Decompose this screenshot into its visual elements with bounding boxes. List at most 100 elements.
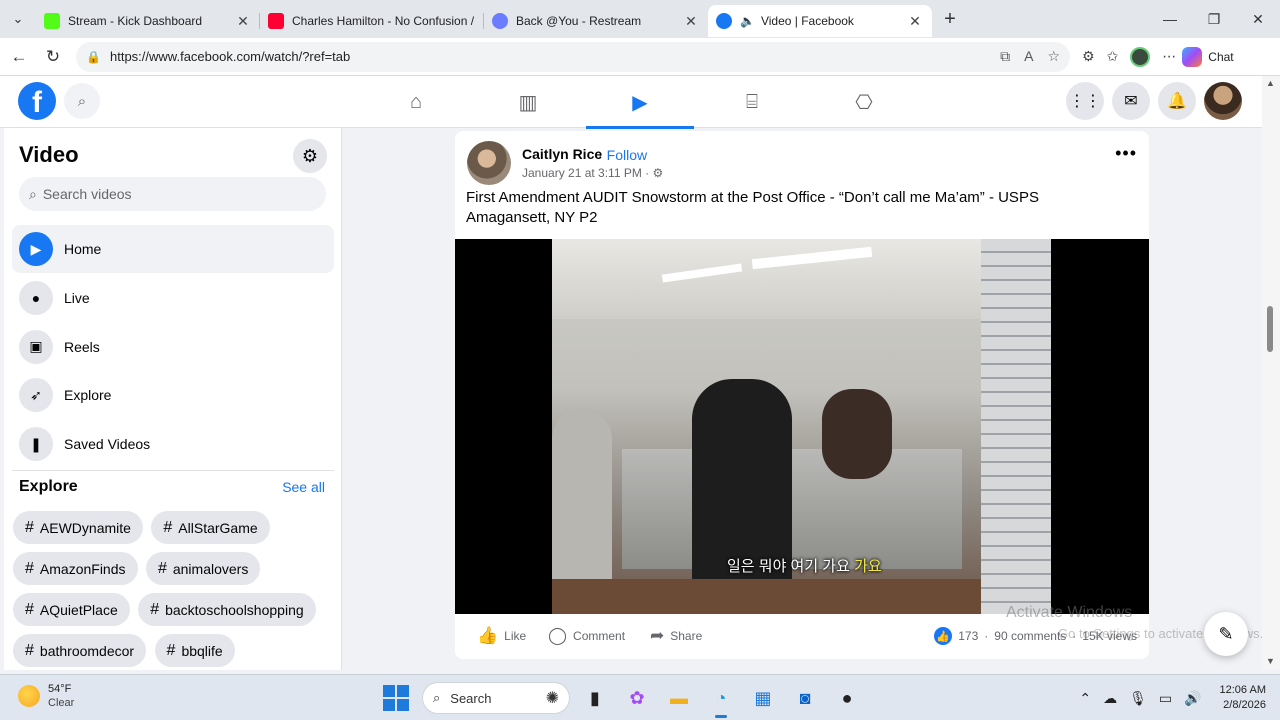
more-options-icon[interactable]: ••• [1115, 143, 1137, 164]
tab-title: Charles Hamilton - No Confusion / [292, 14, 475, 28]
clock[interactable]: 12:06 AM 2/8/2026 [1220, 683, 1266, 713]
main-nav: ⌂ ▥ ▶ ⌸ ⎔ [360, 76, 920, 129]
bookmark-icon: ❚ [19, 427, 53, 462]
browser-tab-facebook[interactable]: 🔈 Video | Facebook ✕ [708, 5, 932, 37]
comment-button[interactable]: ◯ Comment [548, 621, 625, 651]
close-tab-icon[interactable]: ✕ [906, 13, 924, 30]
page-scrollbar[interactable]: ▲ ▼ [1262, 76, 1280, 670]
like-button[interactable]: 👍 Like [477, 621, 526, 651]
scroll-down-arrow-icon[interactable]: ▼ [1266, 656, 1275, 666]
new-message-compose-icon[interactable]: ✎ [1204, 612, 1248, 656]
share-button[interactable]: ➦ Share [650, 621, 702, 651]
favorites-icon[interactable]: ✩ [1107, 48, 1119, 65]
author-avatar[interactable] [467, 141, 511, 185]
follow-button[interactable]: · Follow [598, 147, 647, 163]
favorite-star-icon[interactable]: ☆ [1047, 48, 1060, 65]
onedrive-cloud-icon[interactable]: ☁ [1103, 690, 1117, 707]
volume-speaker-icon[interactable]: 🔊 [1184, 690, 1201, 707]
profile-avatar[interactable] [1204, 82, 1242, 120]
copilot-app-icon[interactable]: ✿ [620, 681, 654, 715]
hashtag-chip[interactable]: # AmazonFinds [13, 552, 138, 585]
hashtag-chip[interactable]: # bathroomdecor [13, 634, 147, 667]
hashtag-chip[interactable]: # animalovers [145, 552, 261, 585]
facebook-logo-icon[interactable]: f [18, 82, 56, 120]
post-date[interactable]: January 21 at 3:11 PM · ⚙ [522, 166, 663, 180]
hashtag-chip[interactable]: # AQuietPlace [13, 593, 130, 626]
marketplace-nav-icon[interactable]: ⌸ [696, 76, 808, 128]
share-arrow-icon: ➦ [650, 626, 665, 645]
sidebar-item-home[interactable]: ▶ Home [12, 225, 334, 273]
see-all-link[interactable]: See all [282, 479, 325, 495]
video-nav-icon[interactable]: ▶ [584, 76, 696, 129]
hashtag-label: AQuietPlace [39, 601, 118, 618]
reaction-count[interactable]: 173 [958, 629, 978, 643]
restore-icon[interactable]: ❐ [1192, 0, 1236, 38]
new-tab-plus-icon[interactable]: + [932, 8, 968, 31]
search-highlight-icon: ✺ [545, 690, 559, 707]
copilot-chat-button[interactable]: Chat [1182, 46, 1234, 67]
sidebar-title: Video [19, 142, 79, 167]
search-videos-input[interactable]: ⌕ Search videos [19, 177, 326, 211]
home-nav-icon[interactable]: ⌂ [360, 76, 472, 128]
video-player[interactable]: 일은 뭐야 여기 가요 가요 [455, 239, 1149, 614]
search-icon[interactable]: ⌕ [64, 83, 100, 119]
read-aloud-icon[interactable]: A [1024, 48, 1033, 65]
microsoft-store-icon[interactable]: ▦ [746, 681, 780, 715]
minimize-icon[interactable]: — [1148, 0, 1192, 38]
gaming-nav-icon[interactable]: ⎔ [808, 76, 920, 128]
site-info-lock-icon[interactable]: 🔒 [86, 50, 104, 64]
sidebar-item-live[interactable]: ● Live [12, 274, 334, 322]
comment-count[interactable]: 90 comments [994, 629, 1066, 643]
file-explorer-icon[interactable]: ▬ [662, 681, 696, 715]
scene-ceiling [552, 239, 1051, 319]
messenger-icon[interactable]: ✉ [1112, 82, 1150, 120]
weather-widget[interactable]: 54°F Clear [18, 682, 74, 710]
reload-icon[interactable]: ↻ [36, 40, 70, 74]
edge-browser-icon[interactable]: ◔ [704, 681, 738, 718]
network-monitor-icon[interactable]: ▭ [1159, 690, 1172, 707]
microphone-icon[interactable]: 🎙 [1129, 690, 1147, 707]
tray-chevron-up-icon[interactable]: ⌃ [1079, 690, 1091, 707]
browser-toolbar: ← ↻ 🔒 https://www.facebook.com/watch/?re… [0, 38, 1280, 76]
copilot-icon [1182, 46, 1203, 67]
taskbar-search[interactable]: ⌕ Search ✺ [422, 682, 570, 714]
outlook-icon[interactable]: ◙ [788, 681, 822, 715]
task-view-icon[interactable]: ▮ [578, 681, 612, 715]
video-settings-gear-icon[interactable]: ⚙ [293, 139, 327, 173]
open-in-app-icon[interactable]: ⧉ [1000, 48, 1010, 65]
hashtag-chip[interactable]: # AllStarGame [151, 511, 270, 544]
start-windows-icon[interactable] [383, 685, 409, 711]
sidebar-item-explore[interactable]: ➶ Explore [12, 371, 334, 419]
browser-tab-kick[interactable]: Stream - Kick Dashboard ✕ [36, 5, 260, 37]
hashtag-chip[interactable]: # backtoschoolshopping [138, 593, 316, 626]
like-reaction-icon: 👍 [934, 627, 953, 645]
browser-tab-youtube[interactable]: Charles Hamilton - No Confusion / [260, 5, 484, 37]
menu-grid-icon[interactable]: ⋮⋮ [1066, 82, 1104, 120]
settings-more-icon[interactable]: ⋯ [1162, 48, 1176, 65]
hashtag-icon: # [163, 518, 173, 536]
game-app-icon[interactable]: ● [830, 681, 864, 715]
notifications-bell-icon[interactable]: 🔔 [1158, 82, 1196, 120]
windows-taskbar: 54°F Clear ⌕ Search ✺ ▮ ✿ ▬ ◔ ▦ ◙ ● ⌃ ☁ … [0, 674, 1280, 720]
tab-title: Stream - Kick Dashboard [68, 14, 203, 28]
author-name[interactable]: Caitlyn Rice [522, 146, 602, 162]
browser-tab-restream[interactable]: Back @You - Restream ✕ [484, 5, 708, 37]
hashtag-chip[interactable]: # AEWDynamite [13, 511, 143, 544]
audio-playing-icon[interactable]: 🔈 [740, 14, 755, 28]
feeds-nav-icon[interactable]: ▥ [472, 76, 584, 128]
scroll-up-arrow-icon[interactable]: ▲ [1266, 78, 1275, 88]
sidebar-item-label: Saved Videos [64, 436, 151, 453]
address-bar[interactable]: 🔒 https://www.facebook.com/watch/?ref=ta… [76, 41, 1070, 72]
tab-actions-chevron-icon[interactable]: ⌄ [0, 0, 36, 38]
back-arrow-icon[interactable]: ← [2, 40, 36, 74]
close-tab-icon[interactable]: ✕ [234, 13, 252, 30]
sidebar-item-reels[interactable]: ▣ Reels [12, 323, 334, 371]
sidebar-item-saved-videos[interactable]: ❚ Saved Videos [12, 420, 334, 468]
close-window-icon[interactable]: ✕ [1236, 0, 1280, 38]
dot-separator: · [598, 147, 603, 163]
extension-icon[interactable]: ⚙ [1082, 48, 1095, 65]
hashtag-chip[interactable]: # bbqlife [154, 634, 235, 667]
close-tab-icon[interactable]: ✕ [682, 13, 700, 30]
scrollbar-thumb[interactable] [1267, 306, 1273, 352]
browser-profile-avatar[interactable] [1130, 46, 1151, 67]
